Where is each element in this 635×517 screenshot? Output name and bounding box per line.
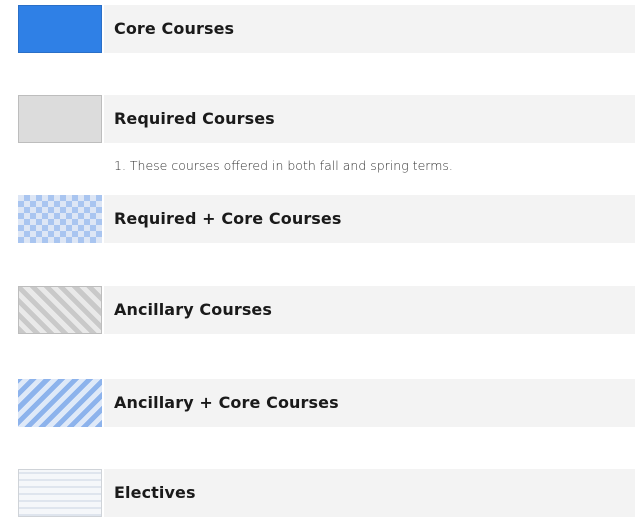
core-courses-swatch [18, 5, 102, 53]
legend-label-bar: Electives [104, 469, 635, 517]
legend-label: Ancillary Courses [114, 300, 273, 319]
legend-label-bar: Ancillary + Core Courses [104, 379, 635, 427]
legend-label: Required Courses [114, 109, 275, 128]
legend-item-required-core-courses: Required + Core Courses [18, 195, 635, 243]
legend-item-ancillary-core-courses: Ancillary + Core Courses [18, 379, 635, 427]
legend-label-bar: Core Courses [104, 5, 635, 53]
ancillary-courses-swatch [18, 286, 102, 334]
legend-item-electives: Electives [18, 469, 635, 517]
ancillary-core-courses-swatch [18, 379, 102, 427]
legend-label-bar: Required + Core Courses [104, 195, 635, 243]
legend-label-bar: Ancillary Courses [104, 286, 635, 334]
legend-label-bar: Required Courses [104, 95, 635, 143]
footnote-text: 1. These courses offered in both fall an… [114, 158, 453, 173]
legend-item-required-courses: Required Courses [18, 95, 635, 143]
legend-label: Ancillary + Core Courses [114, 393, 339, 412]
required-core-courses-swatch [18, 195, 102, 243]
legend-item-core-courses: Core Courses [18, 5, 635, 53]
electives-swatch [18, 469, 102, 517]
legend-item-ancillary-courses: Ancillary Courses [18, 286, 635, 334]
required-courses-swatch [18, 95, 102, 143]
legend-label: Required + Core Courses [114, 209, 342, 228]
legend-label: Electives [114, 483, 196, 502]
legend-label: Core Courses [114, 19, 235, 38]
